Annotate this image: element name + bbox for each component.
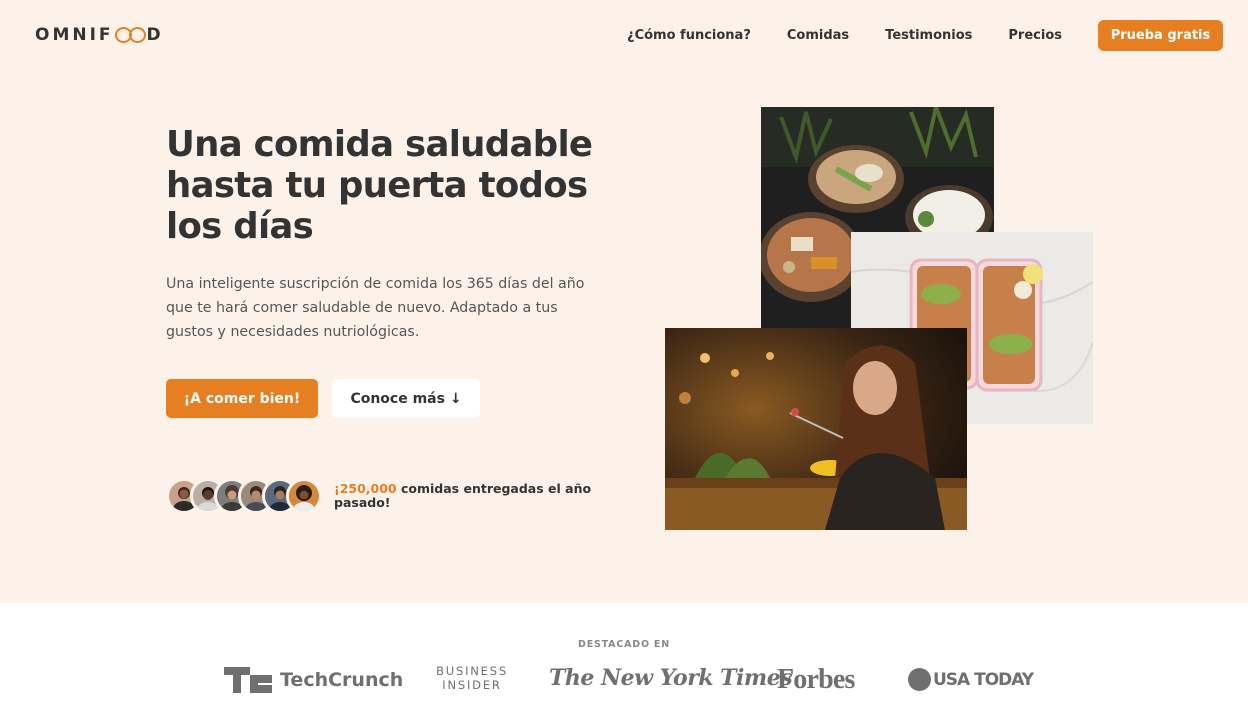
meals-delivered-count: ¡250,000 (334, 481, 397, 496)
usa-today-wordmark: USA TODAY (933, 669, 1034, 690)
business-insider-line2: INSIDER (442, 678, 502, 692)
logo-rings-icon (114, 27, 146, 43)
main-nav: ¿Cómo funciona? Comidas Testimonios Prec… (591, 19, 1223, 51)
eat-well-button[interactable]: ¡A comer bien! (166, 379, 318, 418)
usa-today-dot-icon (908, 668, 931, 691)
nyt-logo: The New York Times (549, 665, 793, 691)
site-header: OMNIF D ¿Cómo funciona? Comidas Testimon… (0, 0, 1248, 70)
learn-more-button[interactable]: Conoce más ↓ (332, 379, 480, 418)
meals-delivered-text: ¡250,000 comidas entregadas el año pasad… (334, 482, 594, 510)
techcrunch-mark-icon (224, 667, 272, 693)
forbes-logo: Forbes (777, 664, 855, 695)
woman-eating-image (665, 328, 967, 530)
nav-link-comidas[interactable]: Comidas (787, 28, 849, 43)
logo-text-end: D (146, 25, 164, 45)
customer-avatars (166, 478, 322, 514)
nav-link-como-funciona[interactable]: ¿Cómo funciona? (627, 28, 751, 43)
techcrunch-wordmark: TechCrunch (280, 669, 404, 691)
nav-link-testimonios[interactable]: Testimonios (885, 28, 972, 43)
free-trial-button[interactable]: Prueba gratis (1098, 19, 1223, 51)
techcrunch-logo: TechCrunch (224, 667, 403, 693)
featured-heading: DESTACADO EN (578, 639, 670, 650)
nav-link-precios[interactable]: Precios (1008, 28, 1062, 43)
business-insider-logo: BUSINESS INSIDER (433, 664, 511, 692)
hero-description: Una inteligente suscripción de comida lo… (166, 276, 585, 340)
hero-title: Una comida saludable hasta tu puerta tod… (166, 124, 593, 247)
business-insider-line1: BUSINESS (436, 664, 508, 678)
usa-today-logo: USA TODAY (908, 668, 1034, 691)
omnifood-logo[interactable]: OMNIF D (35, 25, 164, 45)
avatar (286, 478, 322, 514)
logo-text-start: OMNIF (35, 25, 114, 45)
featured-in-section: DESTACADO EN TechCrunch BUSINESS INSIDER… (0, 603, 1248, 720)
